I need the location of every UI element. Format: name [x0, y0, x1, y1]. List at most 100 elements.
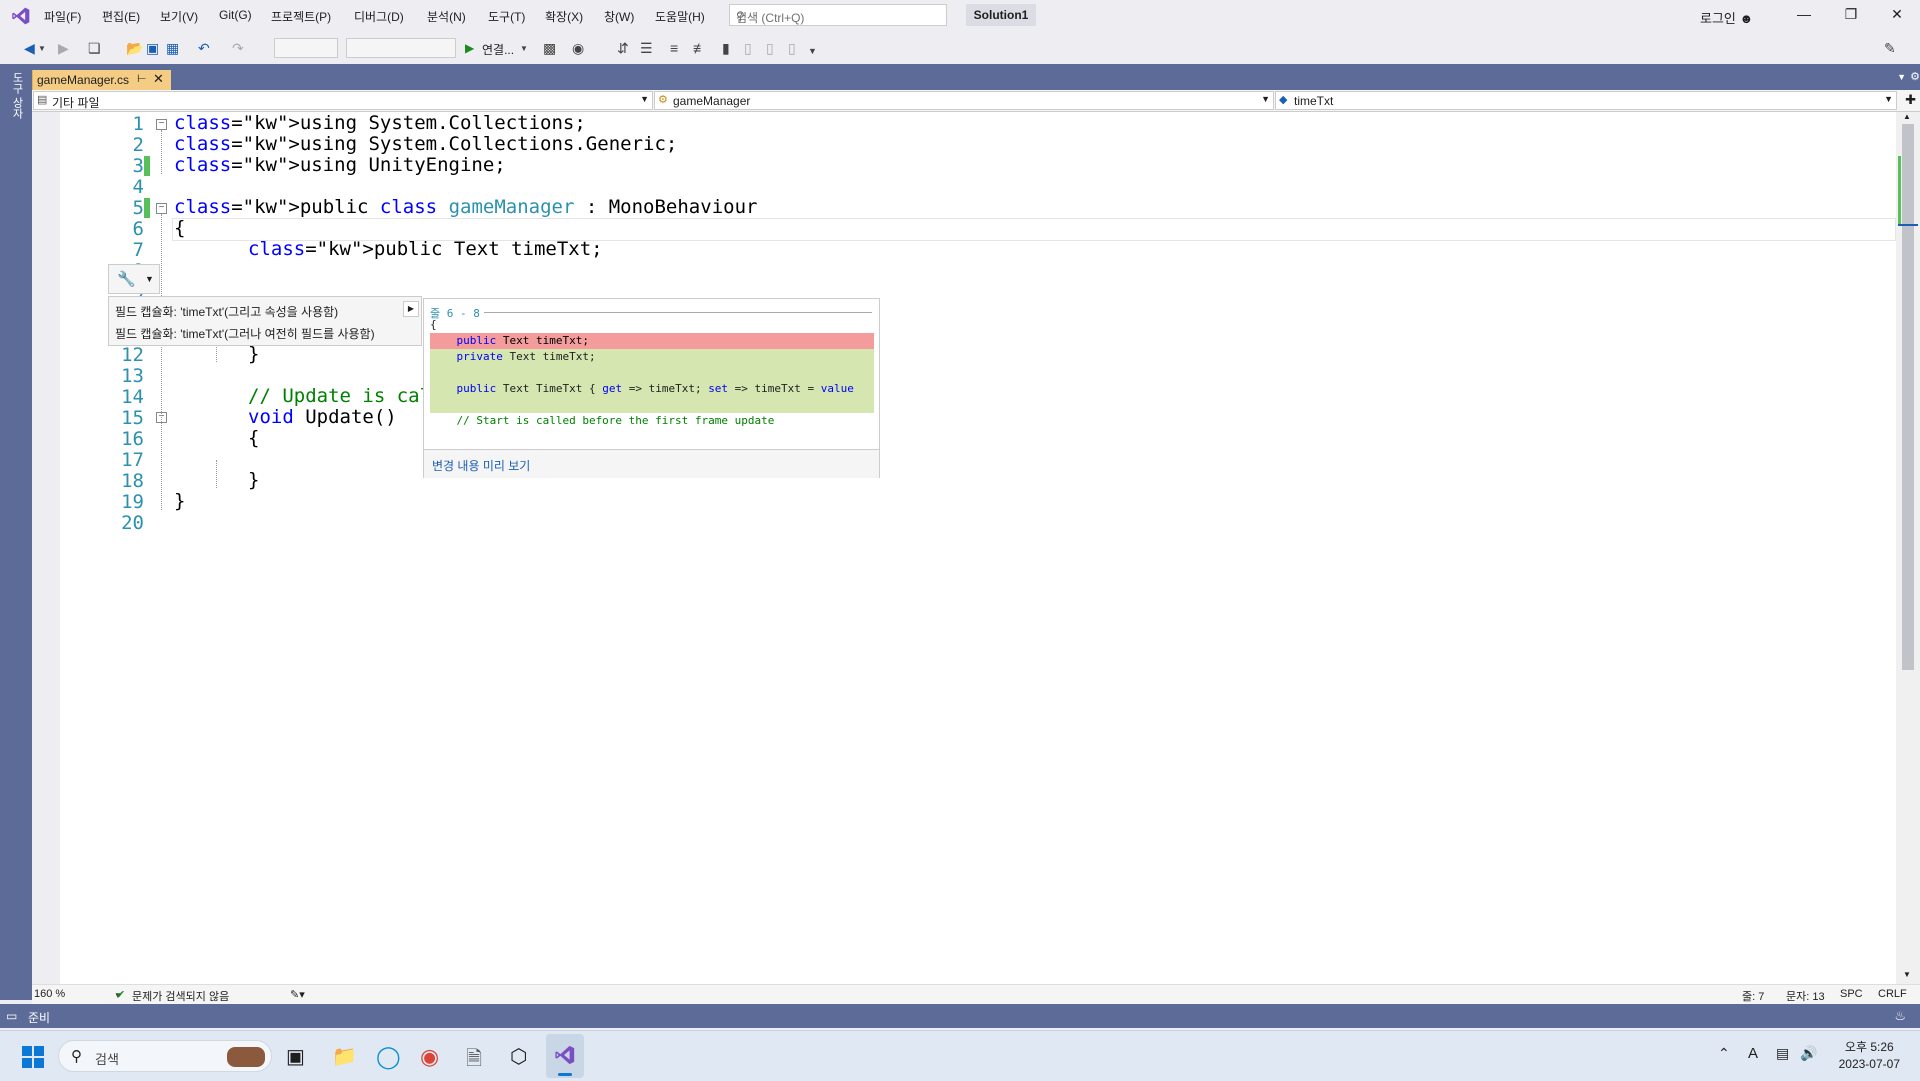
configuration-dropdown[interactable] [274, 38, 338, 58]
code-editor[interactable]: 1 2 3 4 5 6 7 8 9 10 11 12 13 14 15 16 1… [32, 112, 1896, 984]
chrome-icon[interactable]: ◉ [420, 1044, 446, 1070]
project-dropdown[interactable]: ▤ 기타 파일 ▼ [33, 91, 653, 110]
undo-icon[interactable]: ↶ [198, 40, 210, 57]
forward-icon[interactable]: ▶ [58, 40, 69, 57]
platform-dropdown[interactable] [346, 38, 456, 58]
encapsulate-field-keep-field[interactable]: 필드 캡슐화: 'timeTxt'(그러나 여전히 필드를 사용함) [115, 325, 375, 342]
ime-icon[interactable]: A [1748, 1045, 1758, 1062]
pin-icon[interactable]: ⊢ [137, 72, 147, 85]
clear-bookmark-icon[interactable]: ▯ [788, 40, 796, 57]
submenu-arrow-icon[interactable]: ▶ [403, 301, 419, 317]
menu-git[interactable]: Git(G) [219, 8, 252, 22]
taskbar-clock[interactable]: 오후 5:26 2023-07-07 [1839, 1039, 1900, 1073]
class-dropdown[interactable]: ⚙ gameManager ▼ [654, 91, 1274, 110]
code-line: class="kw">public Text timeTxt; [248, 238, 603, 260]
toolbox-strip[interactable]: 도구 상자 [0, 64, 32, 1000]
new-project-icon[interactable]: ❏ [88, 40, 101, 57]
edge-icon[interactable]: ◯ [376, 1044, 402, 1070]
outdent-icon[interactable]: ≢ [693, 40, 707, 56]
unity-hub-icon[interactable]: ⬡ [510, 1044, 536, 1070]
toolbar-overflow-icon[interactable]: ▼ [808, 46, 817, 56]
redo-icon[interactable]: ↷ [232, 40, 244, 57]
scroll-thumb[interactable] [1902, 124, 1914, 670]
restore-button[interactable]: ❐ [1836, 6, 1866, 23]
document-tab-bar: gameManager.cs ⊢ ✕ ▼ ⚙ [32, 64, 1920, 90]
line-number: 16 [121, 428, 144, 450]
close-button[interactable]: ✕ [1882, 6, 1912, 23]
notepad-icon[interactable]: 🗎 [466, 1044, 492, 1070]
menu-tools[interactable]: 도구(T) [488, 8, 525, 25]
menu-view[interactable]: 보기(V) [160, 8, 198, 25]
menu-analyze[interactable]: 분석(N) [427, 8, 466, 25]
connect-dropdown-icon[interactable]: ▼ [520, 44, 528, 53]
scroll-up-icon[interactable]: ▲ [1903, 112, 1911, 121]
menu-file[interactable]: 파일(F) [44, 8, 81, 25]
preview-changes-link[interactable]: 변경 내용 미리 보기 [432, 457, 530, 474]
save-icon[interactable]: ▣ [146, 40, 159, 57]
file-explorer-icon[interactable]: 📁 [332, 1044, 358, 1070]
menu-debug[interactable]: 디버그(D) [354, 8, 404, 25]
tray-chevron-icon[interactable]: ⌃ [1718, 1045, 1730, 1062]
minimize-button[interactable]: — [1789, 6, 1819, 22]
line-number: 4 [132, 176, 144, 198]
hierarchy-icon[interactable]: ☰ [640, 40, 653, 57]
zoom-dropdown[interactable]: 160 % [34, 988, 65, 1000]
menu-edit[interactable]: 편집(E) [102, 8, 140, 25]
code-line: { [248, 427, 260, 449]
code-line: class="kw">public class gameManager : Mo… [174, 196, 758, 218]
bookmark-icon[interactable]: ▮ [722, 40, 730, 57]
preview-added-line [430, 397, 874, 413]
open-folder-icon[interactable]: 📂 [126, 40, 143, 57]
issues-status[interactable]: 문제가 검색되지 않음 [132, 988, 229, 1004]
chevron-down-icon: ▼ [145, 274, 154, 284]
change-indicator [144, 156, 150, 176]
task-view-icon[interactable]: ▣ [286, 1044, 312, 1070]
whitespace-indicator[interactable]: SPC [1840, 988, 1863, 1000]
notification-bell-icon[interactable]: ♨ [1894, 1008, 1906, 1024]
collapse-icon[interactable]: − [156, 119, 167, 130]
menu-extensions[interactable]: 확장(X) [545, 8, 583, 25]
collapse-icon[interactable]: − [156, 203, 167, 214]
login-button[interactable]: 로그인 ☻ [1700, 8, 1753, 27]
quick-actions-menu: 필드 캡슐화: 'timeTxt'(그리고 속성을 사용함) 필드 캡슐화: '… [108, 296, 422, 346]
settings-gear-icon[interactable]: ⚙ [1910, 70, 1920, 83]
cleanup-icon[interactable]: ✎▾ [290, 988, 305, 1001]
menu-project[interactable]: 프로젝트(P) [271, 8, 331, 25]
volume-icon[interactable]: 🔊 [1800, 1045, 1817, 1062]
taskbar-active-app[interactable] [546, 1034, 584, 1078]
taskbar-search[interactable]: ⚲ 검색 [58, 1040, 272, 1072]
tab-label: gameManager.cs [37, 73, 130, 87]
camera-icon[interactable]: ◉ [572, 40, 584, 57]
feedback-icon[interactable]: ✎ [1884, 40, 1896, 57]
windows-start-icon[interactable] [20, 1044, 46, 1070]
menu-window[interactable]: 창(W) [604, 8, 634, 25]
network-icon[interactable]: ▤ [1776, 1045, 1789, 1062]
tab-list-dropdown-icon[interactable]: ▼ [1897, 72, 1906, 82]
search-input[interactable]: 검색 (Ctrl+Q) ⚲ [729, 4, 947, 26]
vertical-scrollbar[interactable]: ▲ ▼ [1896, 112, 1920, 984]
code-line: class="kw">using System.Collections; [174, 112, 586, 134]
browse-icon[interactable]: ▩ [543, 40, 556, 57]
member-dropdown[interactable]: ◆ timeTxt ▼ [1275, 91, 1897, 110]
prev-bookmark-icon[interactable]: ▯ [744, 40, 752, 57]
line-ending-indicator[interactable]: CRLF [1878, 988, 1907, 1000]
close-tab-icon[interactable]: ✕ [153, 71, 164, 87]
encapsulate-field-use-property[interactable]: 필드 캡슐화: 'timeTxt'(그리고 속성을 사용함) [115, 303, 338, 320]
indent-icon[interactable]: ≡ [670, 40, 678, 56]
tab-gamemanager-cs[interactable]: gameManager.cs ⊢ ✕ [32, 70, 171, 90]
clock-date: 2023-07-07 [1838, 1057, 1900, 1071]
menu-help[interactable]: 도움말(H) [655, 8, 705, 25]
editor-margin [32, 112, 60, 984]
step-icon[interactable]: ⇵ [617, 40, 629, 57]
save-all-icon[interactable]: ▦ [166, 40, 179, 57]
next-bookmark-icon[interactable]: ▯ [766, 40, 774, 57]
split-window-icon[interactable]: ✚ [1905, 92, 1916, 108]
quick-actions-button[interactable]: 🔧 ▼ [108, 264, 160, 294]
scroll-down-icon[interactable]: ▼ [1903, 970, 1911, 979]
back-icon[interactable]: ◀ [24, 40, 35, 57]
start-icon[interactable]: ▶ [465, 41, 474, 55]
connect-button[interactable]: 연결... [482, 41, 514, 58]
back-dropdown-icon[interactable]: ▼ [38, 44, 46, 53]
outline-guide [161, 214, 162, 510]
line-number: 14 [121, 386, 144, 408]
